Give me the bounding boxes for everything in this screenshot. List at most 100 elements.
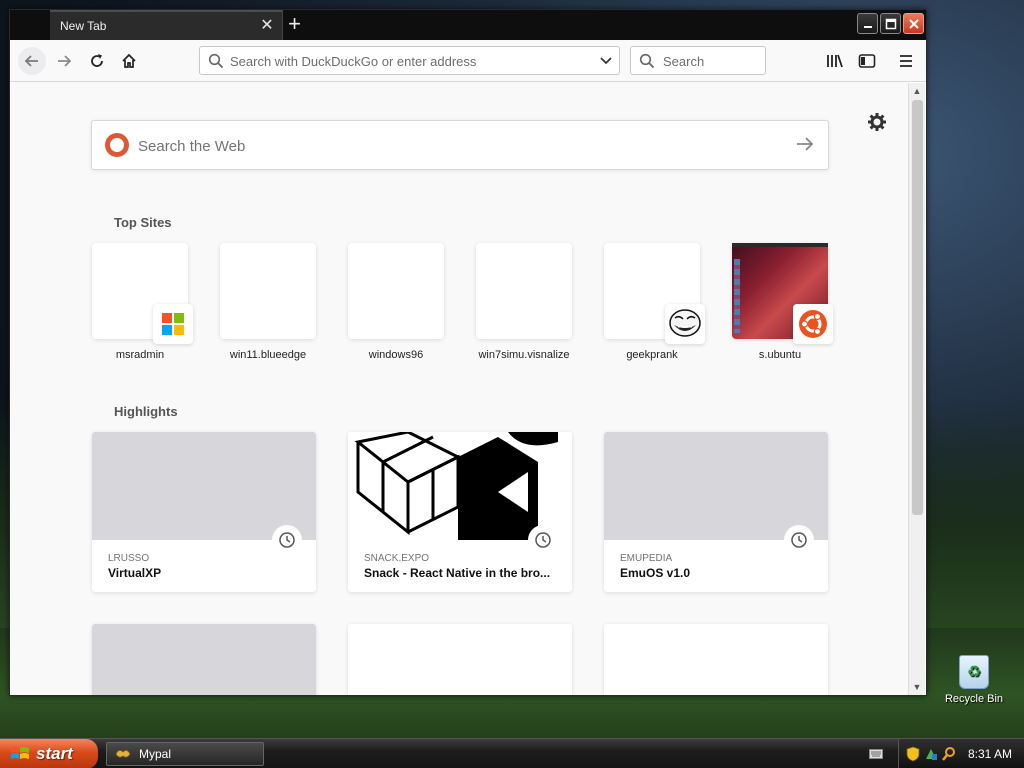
mypal-icon — [115, 750, 131, 758]
highlights-heading: Highlights — [114, 404, 178, 419]
top-sites-heading: Top Sites — [114, 215, 172, 230]
highlight-thumbnail — [92, 432, 316, 540]
highlight-thumbnail — [348, 432, 572, 540]
start-button[interactable]: start — [0, 739, 98, 768]
top-site-tile[interactable] — [476, 243, 572, 339]
back-button[interactable] — [18, 47, 46, 75]
highlight-title: EmuOS v1.0 — [620, 566, 691, 580]
shield-icon[interactable] — [906, 746, 920, 762]
window-controls — [857, 13, 924, 34]
page-scrollbar[interactable]: ▲ ▼ — [908, 83, 925, 695]
chevron-down-icon[interactable] — [599, 55, 613, 67]
ubuntu-logo-icon — [793, 304, 833, 344]
highlight-placeholder — [604, 624, 828, 695]
maximize-button[interactable] — [880, 13, 901, 34]
clock-svg — [535, 532, 551, 548]
highlight-title: Snack - React Native in the bro... — [364, 566, 551, 580]
top-site-label[interactable]: windows96 — [331, 349, 461, 361]
scroll-down-icon[interactable]: ▼ — [910, 680, 924, 694]
clock-icon — [784, 525, 814, 555]
tab-close-icon[interactable]: ✕ — [258, 17, 276, 35]
new-tab-button[interactable]: + — [282, 10, 306, 40]
close-window-button[interactable] — [903, 13, 924, 34]
maximize-icon — [885, 18, 896, 29]
search-icon — [639, 53, 655, 69]
top-site-tile[interactable] — [348, 243, 444, 339]
hamburger-menu-icon — [900, 55, 912, 67]
magnifier-icon[interactable] — [942, 746, 956, 762]
top-site-label[interactable]: geekprank — [587, 349, 717, 361]
top-site-label[interactable]: msradmin — [75, 349, 205, 361]
menu-button[interactable] — [892, 47, 920, 75]
forward-button[interactable] — [50, 47, 78, 75]
taskbar-item-label: Mypal — [139, 747, 172, 761]
taskbar-item-mypal[interactable]: Mypal — [106, 742, 264, 766]
keyboard-icon[interactable] — [869, 748, 883, 760]
scroll-up-icon[interactable]: ▲ — [910, 84, 924, 98]
tab-new-tab[interactable]: New Tab ✕ — [50, 10, 282, 40]
web-search-input[interactable] — [138, 133, 758, 159]
top-site-tile[interactable] — [92, 243, 193, 344]
navigation-toolbar — [10, 40, 926, 82]
search-icon — [208, 53, 224, 69]
scrollbar-thumb[interactable] — [912, 100, 923, 515]
start-label: start — [36, 744, 73, 763]
highlight-card[interactable]: EMUPEDIA EmuOS v1.0 — [604, 432, 828, 592]
top-site-tile[interactable] — [604, 243, 705, 344]
recycle-bin-icon: ♻ — [959, 655, 989, 689]
close-icon — [908, 18, 919, 29]
new-tab-page: Top Sites msradmin win11.blueedge window… — [10, 82, 909, 695]
screenshot-launcher — [734, 259, 740, 333]
minimize-button[interactable] — [857, 13, 878, 34]
network-icon[interactable] — [924, 746, 938, 762]
minimize-icon — [863, 25, 872, 28]
duckduckgo-logo-icon — [105, 133, 129, 157]
highlight-card[interactable]: SNACK.EXPO Snack - React Native in the b… — [348, 432, 572, 592]
top-site-label[interactable]: win11.blueedge — [203, 349, 333, 361]
sidebar-icon — [858, 54, 876, 68]
gear-icon[interactable] — [867, 112, 887, 132]
highlight-card[interactable] — [92, 624, 316, 695]
highlight-placeholder — [348, 624, 572, 695]
ubuntu-logo-svg — [799, 310, 827, 338]
arrow-right-icon[interactable] — [796, 136, 814, 152]
clock-svg — [791, 532, 807, 548]
snack-cube-art — [354, 432, 558, 540]
web-search-box[interactable] — [91, 120, 829, 170]
top-site-label[interactable]: s.ubuntu — [715, 349, 845, 361]
highlight-source: SNACK.EXPO — [364, 553, 430, 564]
arrow-left-icon — [24, 55, 38, 67]
address-input[interactable] — [230, 50, 590, 72]
reload-icon — [91, 54, 103, 67]
library-icon — [827, 54, 843, 68]
taskbar-clock[interactable]: 8:31 AM — [968, 747, 1012, 761]
clock-icon — [272, 525, 302, 555]
highlight-source: EMUPEDIA — [620, 553, 673, 564]
windows-logo-svg — [162, 313, 184, 335]
trollface-icon — [665, 304, 705, 344]
search-bar[interactable] — [630, 46, 766, 75]
arrow-right-icon — [58, 55, 72, 67]
highlight-title: VirtualXP — [108, 566, 162, 580]
screenshot-topbar — [732, 243, 828, 247]
windows-flag-icon — [11, 747, 29, 759]
system-tray: 8:31 AM — [898, 739, 1024, 768]
taskbar: start Mypal 8:31 AM — [0, 738, 1024, 768]
address-bar[interactable] — [199, 46, 620, 75]
sidebar-toggle-button[interactable] — [853, 47, 881, 75]
clock-icon — [528, 525, 558, 555]
reload-button[interactable] — [83, 47, 111, 75]
tab-title: New Tab — [60, 19, 107, 33]
recycle-bin[interactable]: ♻ Recycle Bin — [944, 655, 1004, 705]
browser-window: New Tab ✕ + Search with DuckDuckGo or en… — [9, 9, 927, 696]
tab-bar: New Tab ✕ + — [10, 10, 926, 40]
library-button[interactable] — [821, 47, 849, 75]
highlight-card[interactable]: LRUSSO VirtualXP — [92, 432, 316, 592]
search-input[interactable] — [663, 50, 761, 72]
trollface-svg — [669, 309, 701, 337]
top-site-tile[interactable] — [220, 243, 316, 339]
home-button[interactable] — [115, 47, 143, 75]
windows-logo-icon — [153, 304, 193, 344]
top-site-tile[interactable] — [732, 243, 833, 344]
top-site-label[interactable]: win7simu.visnalize — [459, 349, 589, 361]
